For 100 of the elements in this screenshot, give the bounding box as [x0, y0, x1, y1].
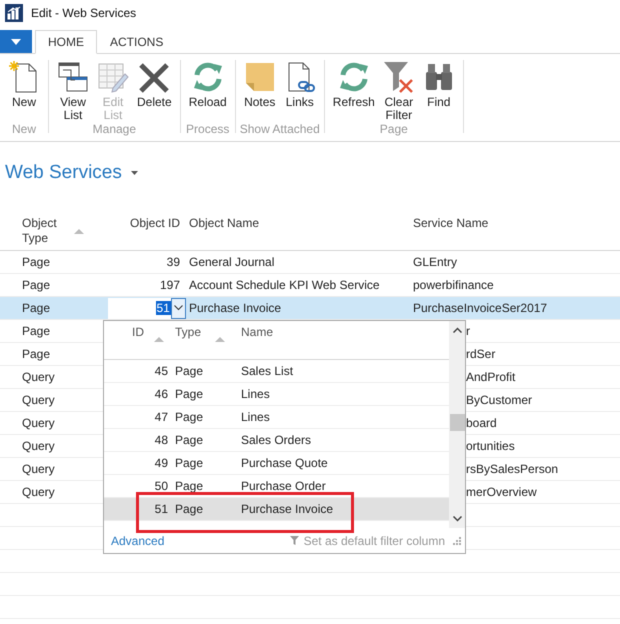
table-cell: Page [175, 502, 204, 516]
resize-grip-icon[interactable] [453, 536, 461, 544]
windows-icon [57, 60, 89, 94]
sort-arrow-icon [154, 337, 164, 342]
column-header[interactable]: Type [175, 325, 202, 339]
column-header[interactable]: Object Name [189, 216, 260, 231]
column-header[interactable]: Service Name [413, 216, 488, 231]
close-icon [138, 60, 170, 94]
caret-icon [11, 38, 21, 44]
scrollbar[interactable] [449, 321, 465, 528]
table-cell: Sales List [241, 364, 294, 378]
table-cell: Page [175, 364, 204, 378]
table-cell: Page [175, 387, 204, 401]
chevron-down-icon [174, 305, 183, 311]
advanced-link[interactable]: Advanced [111, 534, 164, 548]
ribbon-button[interactable]: Refresh [328, 60, 379, 122]
ribbon-button[interactable]: New [4, 60, 44, 122]
ribbon-button[interactable]: View List [53, 60, 93, 122]
refresh-icon [338, 60, 370, 94]
table-cell: GLEntry [413, 255, 458, 269]
lookup-row[interactable]: 46 Page Lines [104, 383, 449, 406]
table-cell: Query [22, 485, 55, 499]
scroll-up-icon[interactable] [452, 327, 462, 333]
ribbon-button[interactable]: Links [280, 60, 320, 122]
caret-icon[interactable] [130, 171, 138, 175]
table-cell: 39 [166, 255, 180, 269]
table-cell: 48 [154, 433, 168, 447]
column-header[interactable]: ID [132, 325, 144, 339]
ribbon-button[interactable]: Clear Filter [378, 60, 419, 122]
lookup-row[interactable]: 49 Page Purchase Quote [104, 452, 449, 475]
table-cell: Query [22, 370, 55, 384]
table-cell: Query [22, 439, 55, 453]
table-cell: Lines [241, 387, 270, 401]
page-title: Web Services [5, 162, 122, 184]
dropdown-button[interactable] [170, 298, 186, 318]
table-cell: Query [22, 416, 55, 430]
table-cell: ByCustomer [466, 393, 532, 407]
table-cell: rsBySalesPerson [466, 462, 558, 476]
table-cell: Purchase Invoice [241, 502, 334, 516]
table-cell: ortunities [466, 439, 515, 453]
selected-row[interactable]: Page 51 Purchase Invoice PurchaseInvoiceSer2017 [0, 297, 620, 320]
table-cell: Purchase Invoice [189, 301, 282, 315]
ribbon-group-label: New [12, 122, 36, 136]
refresh-icon [192, 60, 224, 94]
ribbon-tab[interactable]: ACTIONS [97, 30, 176, 54]
object-id-field[interactable]: 51 [108, 298, 171, 318]
table-cell: Query [22, 393, 55, 407]
table-cell: rdSer [466, 347, 496, 361]
table-cell: Account Schedule KPI Web Service [189, 278, 380, 292]
table-cell: Page [175, 410, 204, 424]
table-cell: Page [175, 456, 204, 470]
table-cell: 50 [154, 479, 168, 493]
app-logo-icon [5, 4, 23, 22]
ribbon-button[interactable]: Delete [133, 60, 176, 122]
clear-filter-icon [382, 60, 415, 94]
ribbon-group-label: Show Attached [240, 122, 320, 136]
table-cell: Page [22, 255, 50, 269]
table-cell: 51 [154, 502, 168, 516]
table-cell: r [466, 324, 470, 338]
ribbon-button[interactable]: Notes [240, 60, 280, 122]
ribbon-group-label: Manage [92, 122, 136, 136]
app-menu-button[interactable] [0, 30, 32, 53]
lookup-row[interactable]: 51 Page Purchase Invoice [104, 498, 449, 521]
table-cell: Page [22, 278, 50, 292]
table-cell: 46 [154, 387, 168, 401]
table-cell: merOverview [466, 485, 537, 499]
sticky-note-icon [244, 60, 276, 94]
column-header[interactable]: Object Type [22, 216, 57, 246]
table-cell: Page [22, 347, 50, 361]
table-cell: Page [175, 479, 204, 493]
column-header[interactable]: Name [241, 325, 274, 339]
ribbon-button[interactable]: Find [418, 60, 459, 122]
table-cell: 45 [154, 364, 168, 378]
table-cell: board [466, 416, 497, 430]
scroll-down-icon[interactable] [452, 516, 462, 522]
table-cell: Purchase Quote [241, 456, 328, 470]
sort-arrow-icon [74, 229, 84, 234]
table-cell: Page [22, 301, 50, 315]
filter-icon [290, 536, 299, 545]
ribbon-button[interactable]: Reload [184, 60, 231, 122]
table-cell: Sales Orders [241, 433, 312, 447]
column-header[interactable]: Object ID [130, 216, 180, 231]
table-cell: General Journal [189, 255, 274, 269]
lookup-row[interactable]: 47 Page Lines [104, 406, 449, 429]
ribbon-tab[interactable]: HOME [35, 30, 97, 54]
table-cell: Lines [241, 410, 270, 424]
table-row[interactable]: Page 39 General Journal GLEntry [0, 251, 620, 274]
ribbon-group-label: Page [380, 122, 408, 136]
window-title: Edit - Web Services [31, 6, 136, 20]
lookup-row[interactable]: 48 Page Sales Orders [104, 429, 449, 452]
lookup-row[interactable]: 45 Page Sales List [104, 360, 449, 383]
table-cell: powerbifinance [413, 278, 494, 292]
table-cell: 47 [154, 410, 168, 424]
table-cell: Purchase Order [241, 479, 326, 493]
table-cell: 197 [160, 278, 180, 292]
sort-arrow-icon [215, 337, 226, 342]
table-cell: Page [22, 324, 50, 338]
table-cell: Query [22, 462, 55, 476]
table-cell: AndProfit [466, 370, 516, 384]
scroll-thumb[interactable] [450, 414, 464, 431]
